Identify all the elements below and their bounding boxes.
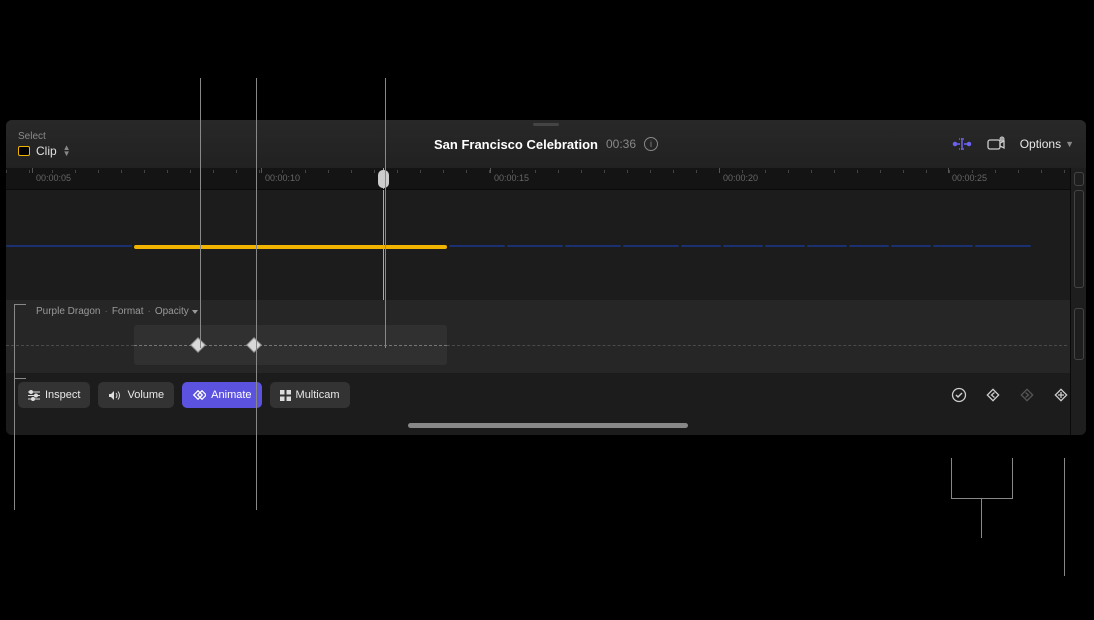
zoom-scroll[interactable]	[1074, 172, 1084, 186]
callout-line	[981, 498, 982, 538]
scroll-thumb[interactable]	[408, 423, 688, 428]
timeline-header: Select Clip ▲▼ San Francisco Celebration…	[6, 120, 1086, 168]
enable-keyframes-button[interactable]	[946, 382, 972, 408]
timeline-clip[interactable]	[975, 245, 1031, 247]
options-menu[interactable]: Options ▼	[1020, 137, 1074, 151]
animate-button[interactable]: Animate	[182, 382, 261, 408]
callout-line	[14, 378, 26, 379]
timeline-ruler[interactable]: 00:00:0500:00:1000:00:1500:00:2000:00:25	[6, 168, 1086, 190]
snapping-icon[interactable]	[952, 136, 972, 152]
vertical-scroll-strip	[1070, 168, 1086, 435]
clip-icon	[18, 146, 30, 156]
chevron-down-icon: ▼	[1065, 139, 1074, 149]
keyframe-category: Format	[112, 306, 144, 317]
timeline-clip[interactable]	[849, 245, 889, 247]
record-voiceover-icon[interactable]	[986, 136, 1006, 152]
next-keyframe-button[interactable]	[1014, 382, 1040, 408]
keyframe-lane[interactable]	[6, 317, 1086, 373]
playhead-handle[interactable]	[378, 170, 389, 188]
keyframe-param-dropdown[interactable]: Opacity	[155, 306, 198, 317]
callout-line	[385, 78, 386, 348]
timeline-clip[interactable]: Hap	[623, 245, 679, 247]
keyframe-diamond[interactable]	[190, 337, 206, 353]
keyframe-editor: Purple Dragon · Format · Opacity	[6, 300, 1086, 373]
keyframe-param-header[interactable]: Purple Dragon · Format · Opacity	[6, 306, 1086, 317]
timeline-clip[interactable]	[449, 245, 505, 247]
timeline-track-area[interactable]: Purple Dragon HapMP	[6, 190, 1086, 300]
callout-line	[951, 458, 952, 498]
track-scroll[interactable]	[1074, 190, 1084, 288]
clip-selector[interactable]: Clip ▲▼	[18, 144, 71, 158]
select-mode-label: Select	[18, 131, 71, 142]
timeline-clip[interactable]	[807, 245, 847, 247]
timeline-clip[interactable]	[765, 245, 805, 247]
grid-icon	[280, 390, 291, 401]
callout-line	[14, 304, 15, 510]
project-duration: 00:36	[606, 137, 636, 151]
callout-line	[1012, 458, 1013, 498]
volume-label: Volume	[127, 389, 164, 401]
bottom-toolbar: Inspect Volume Animate Multicam	[6, 373, 1086, 417]
animate-label: Animate	[211, 389, 251, 401]
callout-line	[14, 304, 26, 305]
timeline-clip[interactable]: M	[681, 245, 721, 247]
callout-line	[1064, 458, 1065, 576]
sliders-icon	[28, 390, 40, 401]
keyframe-icon	[192, 390, 206, 401]
timeline-clip[interactable]	[6, 245, 132, 247]
timeline-clip[interactable]	[891, 245, 931, 247]
callout-line	[200, 78, 201, 348]
clip-selector-label: Clip	[36, 144, 57, 158]
callout-line	[256, 78, 257, 510]
primary-storyline[interactable]: Purple Dragon HapMP	[6, 245, 1086, 287]
timeline-clip[interactable]	[565, 245, 621, 247]
keyframe-clip-name: Purple Dragon	[36, 306, 100, 317]
timeline-clip[interactable]	[933, 245, 973, 247]
selected-clip[interactable]: Purple Dragon	[134, 245, 447, 249]
info-icon[interactable]: i	[644, 137, 658, 151]
multicam-button[interactable]: Multicam	[270, 382, 350, 408]
keyframe-diamond[interactable]	[246, 337, 262, 353]
timeline-clip[interactable]: P	[723, 245, 763, 247]
keyframe-value-line[interactable]	[134, 345, 447, 346]
options-label: Options	[1020, 137, 1061, 151]
inspect-button[interactable]: Inspect	[18, 382, 90, 408]
timeline-panel: Select Clip ▲▼ San Francisco Celebration…	[6, 120, 1086, 435]
project-title: San Francisco Celebration	[434, 137, 598, 152]
volume-button[interactable]: Volume	[98, 382, 174, 408]
keyframe-clip-region[interactable]	[134, 325, 447, 365]
previous-keyframe-button[interactable]	[980, 382, 1006, 408]
chevron-updown-icon: ▲▼	[63, 145, 71, 157]
inspect-label: Inspect	[45, 389, 80, 401]
panel-drag-handle[interactable]	[533, 123, 559, 126]
horizontal-scrollbar[interactable]	[6, 417, 1086, 435]
callout-line	[951, 498, 1013, 499]
keyframe-scroll[interactable]	[1074, 308, 1084, 360]
timeline-clip[interactable]	[507, 245, 563, 247]
speaker-icon	[108, 390, 122, 401]
multicam-label: Multicam	[296, 389, 340, 401]
